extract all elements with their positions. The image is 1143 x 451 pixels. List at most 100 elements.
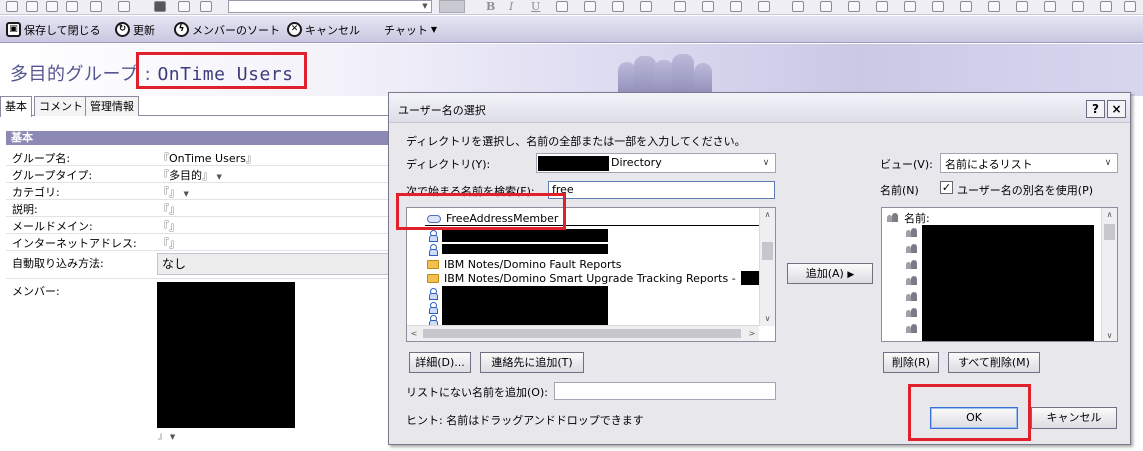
scroll-left-icon[interactable]: < [407,326,421,341]
people-icon [906,244,918,254]
alias-checkbox[interactable]: ✓ [940,181,953,194]
search-input[interactable]: free [548,181,775,199]
field-label-description: 説明: [12,203,38,216]
selected-names-list[interactable]: 名前: ∧ ∨ [881,207,1118,342]
hint-text: ヒント: 名前はドラッグアンドドロップできます [406,414,644,427]
close-icon[interactable]: × [1107,100,1126,118]
italic-icon[interactable]: I [509,0,513,13]
refresh-button[interactable]: ↻ 更新 [115,20,155,39]
paste-icon[interactable] [90,1,102,12]
members-list-redacted[interactable] [157,282,295,428]
indent-icon[interactable] [792,1,804,12]
scroll-thumb[interactable] [423,329,741,338]
add-to-contacts-button[interactable]: 連絡先に追加(T) [480,352,584,373]
tab-basic[interactable]: 基本 [0,96,32,117]
cancel-toolbar-button[interactable]: ✕ キャンセル [287,20,360,39]
refresh-icon: ↻ [115,22,130,37]
delete-all-button[interactable]: すべて削除(M) [948,352,1040,373]
chevron-down-icon[interactable]: ▼ [184,190,189,198]
outdent-icon[interactable] [820,1,832,12]
list-item[interactable]: IBM Notes/Domino Fault Reports [427,257,622,271]
add-button[interactable]: 追加(A) ▶ [787,263,873,284]
numbering-icon[interactable] [640,1,652,12]
table-icon[interactable] [876,1,888,12]
list-item[interactable] [429,286,608,300]
chat-menu-button[interactable]: チャット ▼ [384,20,437,39]
tab-admin[interactable]: 管理情報 [85,96,139,116]
align-center-icon[interactable] [702,1,714,12]
description-field[interactable]: 『』 [158,201,180,217]
tab-comment[interactable]: コメント [34,96,88,116]
directory-label: ディレクトリ(Y): [406,158,491,171]
scroll-down-icon[interactable]: ∨ [1102,329,1117,341]
align-left-icon[interactable] [674,1,686,12]
save-close-button[interactable]: ▣ 保存して閉じる [6,20,101,39]
divider [6,233,390,234]
name-label: 名前(N) [880,184,919,197]
members-dropdown[interactable]: 』 ▼ [158,429,175,442]
results-vscroll[interactable]: ∧ ∨ [759,208,775,326]
results-hscroll[interactable]: < > [407,325,759,341]
font-color-icon[interactable] [584,1,596,12]
list-item[interactable] [429,300,608,314]
spellcheck-icon[interactable] [1016,1,1028,12]
page-icon[interactable] [118,1,130,12]
scroll-down-icon[interactable]: ∨ [760,312,775,326]
selected-vscroll[interactable]: ∧ ∨ [1101,208,1117,341]
group-name-field[interactable]: 『OnTime Users』 [158,150,257,166]
permanent-pen-icon[interactable] [988,1,1000,12]
copy-icon[interactable] [66,1,78,12]
scroll-up-icon[interactable]: ∧ [760,208,775,222]
scroll-up-icon[interactable]: ∧ [1102,208,1117,222]
open-icon[interactable] [26,1,38,12]
delete-button[interactable]: 削除(R) [883,352,939,373]
group-type-field[interactable]: 『多目的』 ▼ [158,167,222,183]
help-icon[interactable]: ? [1086,100,1105,118]
new-doc-icon[interactable] [6,1,18,12]
link-icon[interactable] [1072,1,1084,12]
hotspot-icon[interactable] [1100,1,1112,12]
list-item[interactable] [429,228,608,242]
bold-icon[interactable]: B [486,0,495,13]
view-select[interactable]: 名前によるリスト ∨ [940,153,1118,173]
align-right-icon[interactable] [730,1,742,12]
properties-icon[interactable] [960,1,972,12]
list-item[interactable] [429,242,608,256]
print-icon[interactable] [154,1,166,12]
internet-address-field[interactable]: 『』 [158,235,180,251]
scroll-thumb[interactable] [1104,224,1115,240]
color-swatch[interactable] [439,0,465,13]
highlight-icon[interactable] [556,1,568,12]
attach-icon[interactable] [178,1,190,12]
add-unlisted-input[interactable] [554,382,776,400]
category-field[interactable]: 『』 ▼ [158,184,189,200]
style-icon[interactable] [904,1,916,12]
save-icon: ▣ [6,22,21,37]
spacing-icon[interactable] [932,1,944,12]
image-icon[interactable] [1044,1,1056,12]
directory-select[interactable]: Directory ∨ [536,153,776,173]
bullets-icon[interactable] [612,1,624,12]
settings-icon[interactable] [200,1,212,12]
list-item[interactable]: IBM Notes/Domino Smart Upgrade Tracking … [427,271,775,285]
justify-icon[interactable] [758,1,770,12]
people-icon [906,324,918,334]
cancel-button[interactable]: キャンセル [1031,407,1117,429]
tab-strip: 基本 コメント 管理情報 [0,96,390,117]
line-spacing-icon[interactable] [848,1,860,12]
font-combo[interactable]: ▼ [228,0,432,13]
redacted-block [442,300,608,314]
cut-icon[interactable] [46,1,58,12]
auto-capture-field[interactable]: なし [157,253,390,275]
sort-members-button[interactable]: ϟ メンバーのソート [174,20,280,39]
section-header: 基本 [6,131,390,145]
scroll-thumb[interactable] [762,242,773,260]
people-icon [906,292,918,302]
details-button[interactable]: 詳細(D)... [409,352,471,373]
scroll-right-icon[interactable]: > [745,326,759,341]
underline-icon[interactable]: U [531,0,540,13]
more-icon[interactable] [1124,1,1136,12]
mail-domain-field[interactable]: 『』 [158,218,180,234]
highlight-box-ok [908,384,1031,441]
chevron-down-icon[interactable]: ▼ [217,173,222,181]
